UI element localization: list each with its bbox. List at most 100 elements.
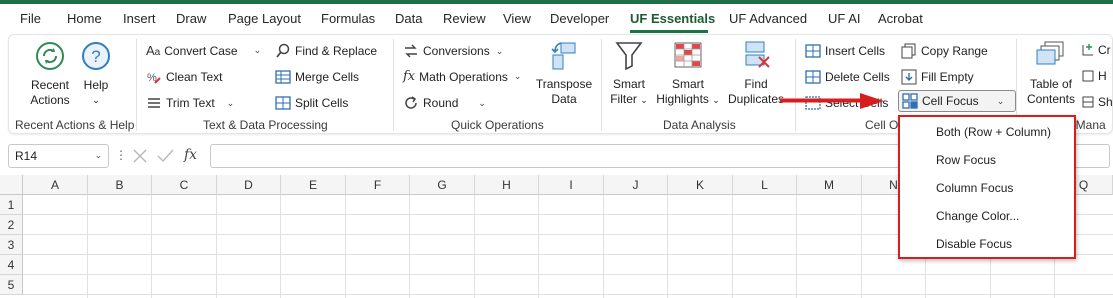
tab-uf-essentials[interactable]: UF Essentials — [630, 11, 715, 26]
column-header-a[interactable]: A — [23, 175, 88, 195]
merge-cells-label: Merge Cells — [295, 70, 360, 84]
transpose-data-button[interactable]: Transpose Data — [533, 39, 595, 107]
convert-case-button[interactable]: Aa Convert Case ⌄ — [146, 43, 261, 58]
grid-icon — [1082, 70, 1094, 82]
copy-range-button[interactable]: Copy Range — [901, 43, 988, 59]
ribbon-item-cut-3[interactable]: Sh — [1082, 95, 1113, 109]
ribbon-item-cut-2[interactable]: H — [1082, 69, 1107, 83]
table-of-contents-button[interactable]: Table of Contents — [1023, 39, 1079, 107]
delete-cells-button[interactable]: Delete Cells — [805, 69, 890, 85]
column-header-d[interactable]: D — [217, 175, 281, 195]
tab-insert[interactable]: Insert — [123, 11, 156, 26]
ribbon-item-cut-2-label: H — [1098, 69, 1107, 83]
recent-actions-label-1: Recent — [30, 78, 70, 92]
column-header-e[interactable]: E — [281, 175, 346, 195]
tab-formulas[interactable]: Formulas — [321, 11, 375, 26]
menu-item-disable-focus[interactable]: Disable Focus — [936, 237, 1012, 251]
column-header-i[interactable]: I — [539, 175, 604, 195]
transpose-label-1: Transpose — [535, 77, 593, 91]
tab-uf-ai[interactable]: UF AI — [828, 11, 861, 26]
fill-empty-button[interactable]: Fill Empty — [901, 69, 974, 85]
math-operations-chevron-icon: ⌄ — [513, 71, 522, 81]
split-cells-button[interactable]: Split Cells — [275, 95, 348, 111]
group-label-text-data: Text & Data Processing — [203, 118, 328, 132]
row-header-4[interactable]: 4 — [0, 255, 23, 275]
column-header-h[interactable]: H — [475, 175, 539, 195]
merge-cells-icon — [275, 70, 291, 84]
recent-actions-button[interactable]: Recent Actions — [19, 41, 81, 108]
column-header-c[interactable]: C — [152, 175, 217, 195]
insert-cells-icon — [805, 44, 821, 58]
tab-view[interactable]: View — [503, 11, 531, 26]
round-icon — [405, 96, 417, 109]
column-header-m[interactable]: M — [797, 175, 862, 195]
conversions-label: Conversions — [423, 44, 490, 58]
menu-item-both-row-column[interactable]: Both (Row + Column) — [936, 125, 1051, 139]
column-header-k[interactable]: K — [668, 175, 733, 195]
funnel-icon — [615, 42, 643, 71]
column-header-g[interactable]: G — [410, 175, 475, 195]
cell-focus-button[interactable]: Cell Focus ⌄ — [898, 90, 1016, 112]
row-header-1[interactable]: 1 — [0, 195, 23, 215]
group-separator — [136, 39, 137, 131]
find-replace-button[interactable]: Find & Replace — [275, 43, 377, 59]
conversions-button[interactable]: Conversions ⌄ — [403, 43, 503, 59]
toc-label-1: Table of — [1029, 77, 1073, 91]
recent-actions-label-2: Actions — [30, 93, 70, 107]
row-header-2[interactable]: 2 — [0, 215, 23, 235]
cell-focus-icon — [902, 93, 918, 109]
convert-case-chevron-icon: ⌄ — [253, 45, 262, 55]
group-label-quick-operations: Quick Operations — [451, 118, 544, 132]
row-header-3[interactable]: 3 — [0, 235, 23, 255]
menu-item-change-color[interactable]: Change Color... — [936, 209, 1019, 223]
name-box-chevron-icon[interactable]: ⌄ — [94, 150, 102, 161]
help-button[interactable]: ? Help ⌄ — [79, 41, 113, 108]
tab-file[interactable]: File — [20, 11, 41, 26]
select-all-corner[interactable] — [0, 175, 23, 195]
trim-text-button[interactable]: Trim Text ⌄ — [146, 95, 234, 111]
smart-highlights-button[interactable]: Smart Highlights ⌄ — [653, 39, 723, 108]
menu-item-row-focus[interactable]: Row Focus — [936, 153, 996, 167]
group-label-recent-help: Recent Actions & Help — [15, 118, 135, 132]
column-header-l[interactable]: L — [733, 175, 797, 195]
find-duplicates-label-2: Duplicates — [727, 92, 785, 106]
round-chevron-icon: ⌄ — [478, 97, 486, 108]
conversions-icon — [405, 44, 417, 58]
tab-draw[interactable]: Draw — [176, 11, 206, 26]
menu-item-column-focus[interactable]: Column Focus — [936, 181, 1013, 195]
help-icon: ? — [82, 42, 110, 70]
grid-row-5[interactable] — [23, 275, 1113, 295]
active-tab-indicator — [630, 30, 708, 33]
ribbon-item-cut-3-label: Sh — [1098, 95, 1113, 109]
find-replace-label: Find & Replace — [295, 44, 378, 58]
tab-page-layout[interactable]: Page Layout — [228, 11, 301, 26]
ribbon-item-cut-1[interactable]: Cr — [1082, 43, 1111, 57]
tab-developer[interactable]: Developer — [550, 11, 609, 26]
math-operations-button[interactable]: fx Math Operations ⌄ — [403, 69, 521, 84]
smart-highlights-label-2: Highlights ⌄ — [656, 92, 720, 106]
tab-uf-advanced[interactable]: UF Advanced — [729, 11, 807, 26]
column-header-b[interactable]: B — [88, 175, 152, 195]
row-header-5[interactable]: 5 — [0, 275, 23, 295]
tab-home[interactable]: Home — [67, 11, 102, 26]
tab-data[interactable]: Data — [395, 11, 422, 26]
round-label: Round — [423, 96, 459, 110]
smart-filter-button[interactable]: Smart Filter ⌄ — [609, 39, 649, 108]
name-box[interactable]: R14 ⌄ — [8, 144, 109, 168]
smart-filter-label-2: Filter ⌄ — [610, 92, 648, 106]
column-header-j[interactable]: J — [604, 175, 668, 195]
merge-cells-button[interactable]: Merge Cells — [275, 69, 359, 85]
tab-review[interactable]: Review — [443, 11, 486, 26]
group-label-cell-operations: Cell O — [865, 118, 899, 132]
toc-label-2: Contents — [1026, 92, 1076, 106]
insert-function-icon[interactable]: fx — [184, 147, 197, 163]
insert-cells-button[interactable]: Insert Cells — [805, 43, 885, 59]
clean-text-button[interactable]: % Clean Text — [146, 69, 222, 85]
copy-range-label: Copy Range — [921, 44, 988, 58]
group-separator — [393, 39, 394, 131]
smart-filter-label-1: Smart — [612, 77, 645, 91]
column-header-f[interactable]: F — [346, 175, 410, 195]
tab-acrobat[interactable]: Acrobat — [878, 11, 923, 26]
delete-cells-icon — [805, 70, 821, 84]
round-button[interactable]: Round ⌄ — [403, 95, 486, 111]
